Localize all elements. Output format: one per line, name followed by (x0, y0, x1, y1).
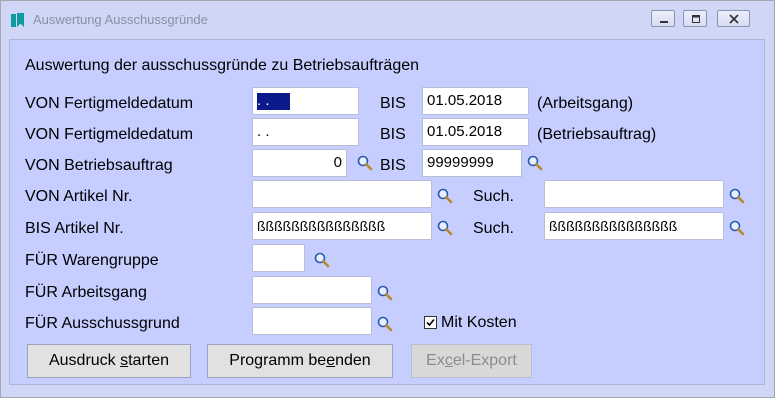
von-artikel-label: VON Artikel Nr. (25, 188, 133, 205)
von-artikel-such-input[interactable] (544, 180, 724, 208)
form-heading: Auswertung der ausschussgründe zu Betrie… (25, 57, 420, 74)
close-icon (729, 14, 739, 24)
bis-label: BIS (380, 95, 406, 112)
mit-kosten-checkbox[interactable] (424, 316, 437, 329)
von-betriebsauftrag-label: VON Betriebsauftrag (25, 157, 173, 174)
maximize-icon (692, 15, 700, 23)
von-artikel-input[interactable] (252, 180, 432, 208)
minimize-button[interactable] (651, 10, 675, 27)
form-panel: Auswertung der ausschussgründe zu Betrie… (9, 39, 765, 385)
ausschussgrund-input[interactable] (252, 307, 372, 335)
bis-fertigmeldedatum-ba-input[interactable]: 01.05.2018 (422, 118, 529, 146)
maximize-button[interactable] (683, 10, 707, 27)
warengruppe-input[interactable] (252, 244, 305, 272)
arbeitsgang-label: FÜR Arbeitsgang (25, 284, 147, 301)
app-window: Auswertung Ausschussgründe Auswertung de… (0, 0, 775, 398)
search-icon[interactable] (728, 219, 746, 237)
arbeitsgang-input[interactable] (252, 276, 372, 304)
bookmark-icon (11, 13, 24, 27)
von-fertigmeldedatum-ba-input[interactable]: . . (252, 118, 359, 146)
search-icon[interactable] (728, 187, 746, 205)
excel-export-button[interactable]: Excel-Export (411, 344, 532, 378)
checkmark-icon (426, 318, 435, 327)
such-label: Such. (473, 220, 514, 237)
von-fertigmeldedatum-label: VON Fertigmeldedatum (25, 95, 194, 112)
mit-kosten-label: Mit Kosten (441, 314, 517, 331)
search-icon[interactable] (436, 219, 454, 237)
bis-label: BIS (380, 157, 406, 174)
window-title: Auswertung Ausschussgründe (33, 12, 208, 27)
arbeitsgang-note: (Arbeitsgang) (537, 95, 634, 112)
bis-artikel-input[interactable]: ßßßßßßßßßßßßßßß (252, 212, 432, 240)
search-icon[interactable] (313, 251, 331, 269)
search-icon[interactable] (356, 154, 374, 172)
betriebsauftrag-note: (Betriebsauftrag) (537, 126, 657, 143)
search-icon[interactable] (436, 187, 454, 205)
bis-fertigmeldedatum-ag-input[interactable]: 01.05.2018 (422, 87, 529, 115)
ausdruck-starten-button[interactable]: Ausdruck starten (27, 344, 191, 378)
ausschussgrund-label: FÜR Ausschussgrund (25, 315, 180, 332)
bis-artikel-such-input[interactable]: ßßßßßßßßßßßßßßß (544, 212, 724, 240)
bis-artikel-label: BIS Artikel Nr. (25, 220, 124, 237)
title-bar[interactable]: Auswertung Ausschussgründe (1, 1, 774, 37)
von-fertigmeldedatum-label: VON Fertigmeldedatum (25, 126, 194, 143)
search-icon[interactable] (376, 315, 394, 333)
von-fertigmeldedatum-ag-input[interactable]: . . (252, 87, 359, 115)
bis-label: BIS (380, 126, 406, 143)
programm-beenden-button[interactable]: Programm beenden (207, 344, 393, 378)
von-betriebsauftrag-input[interactable]: 0 (252, 149, 347, 177)
such-label: Such. (473, 188, 514, 205)
search-icon[interactable] (526, 154, 544, 172)
close-button[interactable] (717, 10, 750, 27)
warengruppe-label: FÜR Warengruppe (25, 252, 159, 269)
minimize-icon (660, 21, 668, 23)
bis-betriebsauftrag-input[interactable]: 99999999 (422, 149, 522, 177)
search-icon[interactable] (376, 284, 394, 302)
